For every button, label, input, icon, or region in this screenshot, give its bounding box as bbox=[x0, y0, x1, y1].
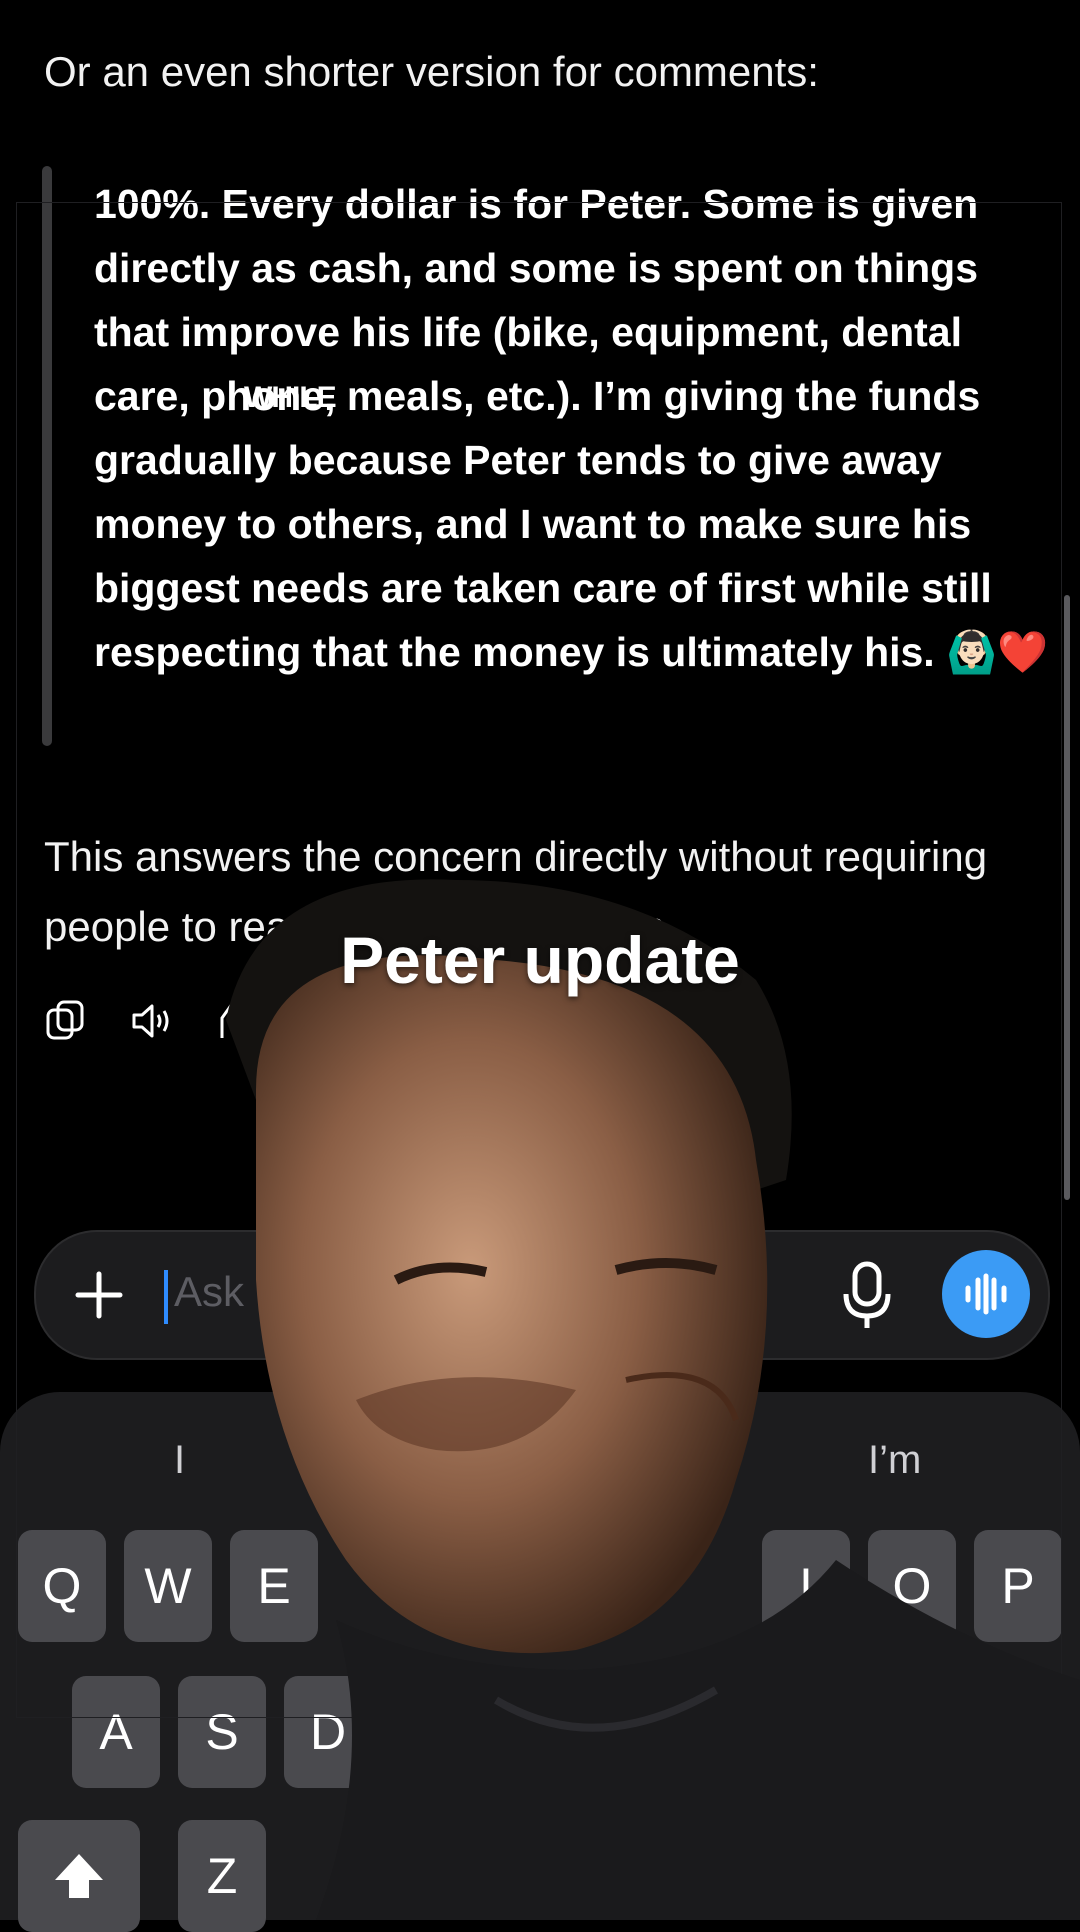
quote-bar bbox=[42, 166, 52, 746]
intro-text: Or an even shorter version for comments: bbox=[44, 48, 819, 95]
text-caret bbox=[164, 1270, 168, 1324]
key-a[interactable]: A bbox=[72, 1676, 160, 1788]
shift-key[interactable] bbox=[18, 1820, 140, 1932]
shift-icon bbox=[55, 1854, 103, 1898]
plus-icon[interactable] bbox=[74, 1270, 124, 1320]
person-overlay-image bbox=[226, 879, 1080, 1920]
quote-text: 100%. Every dollar is for Peter. Some is… bbox=[94, 181, 1049, 675]
key-q[interactable]: Q bbox=[18, 1530, 106, 1642]
speaker-icon[interactable] bbox=[128, 998, 174, 1044]
overlay-word: WHILE bbox=[244, 381, 337, 414]
video-caption: Peter update bbox=[340, 923, 740, 997]
copy-icon[interactable] bbox=[44, 998, 90, 1044]
suggestion-1[interactable]: I bbox=[174, 1438, 185, 1483]
